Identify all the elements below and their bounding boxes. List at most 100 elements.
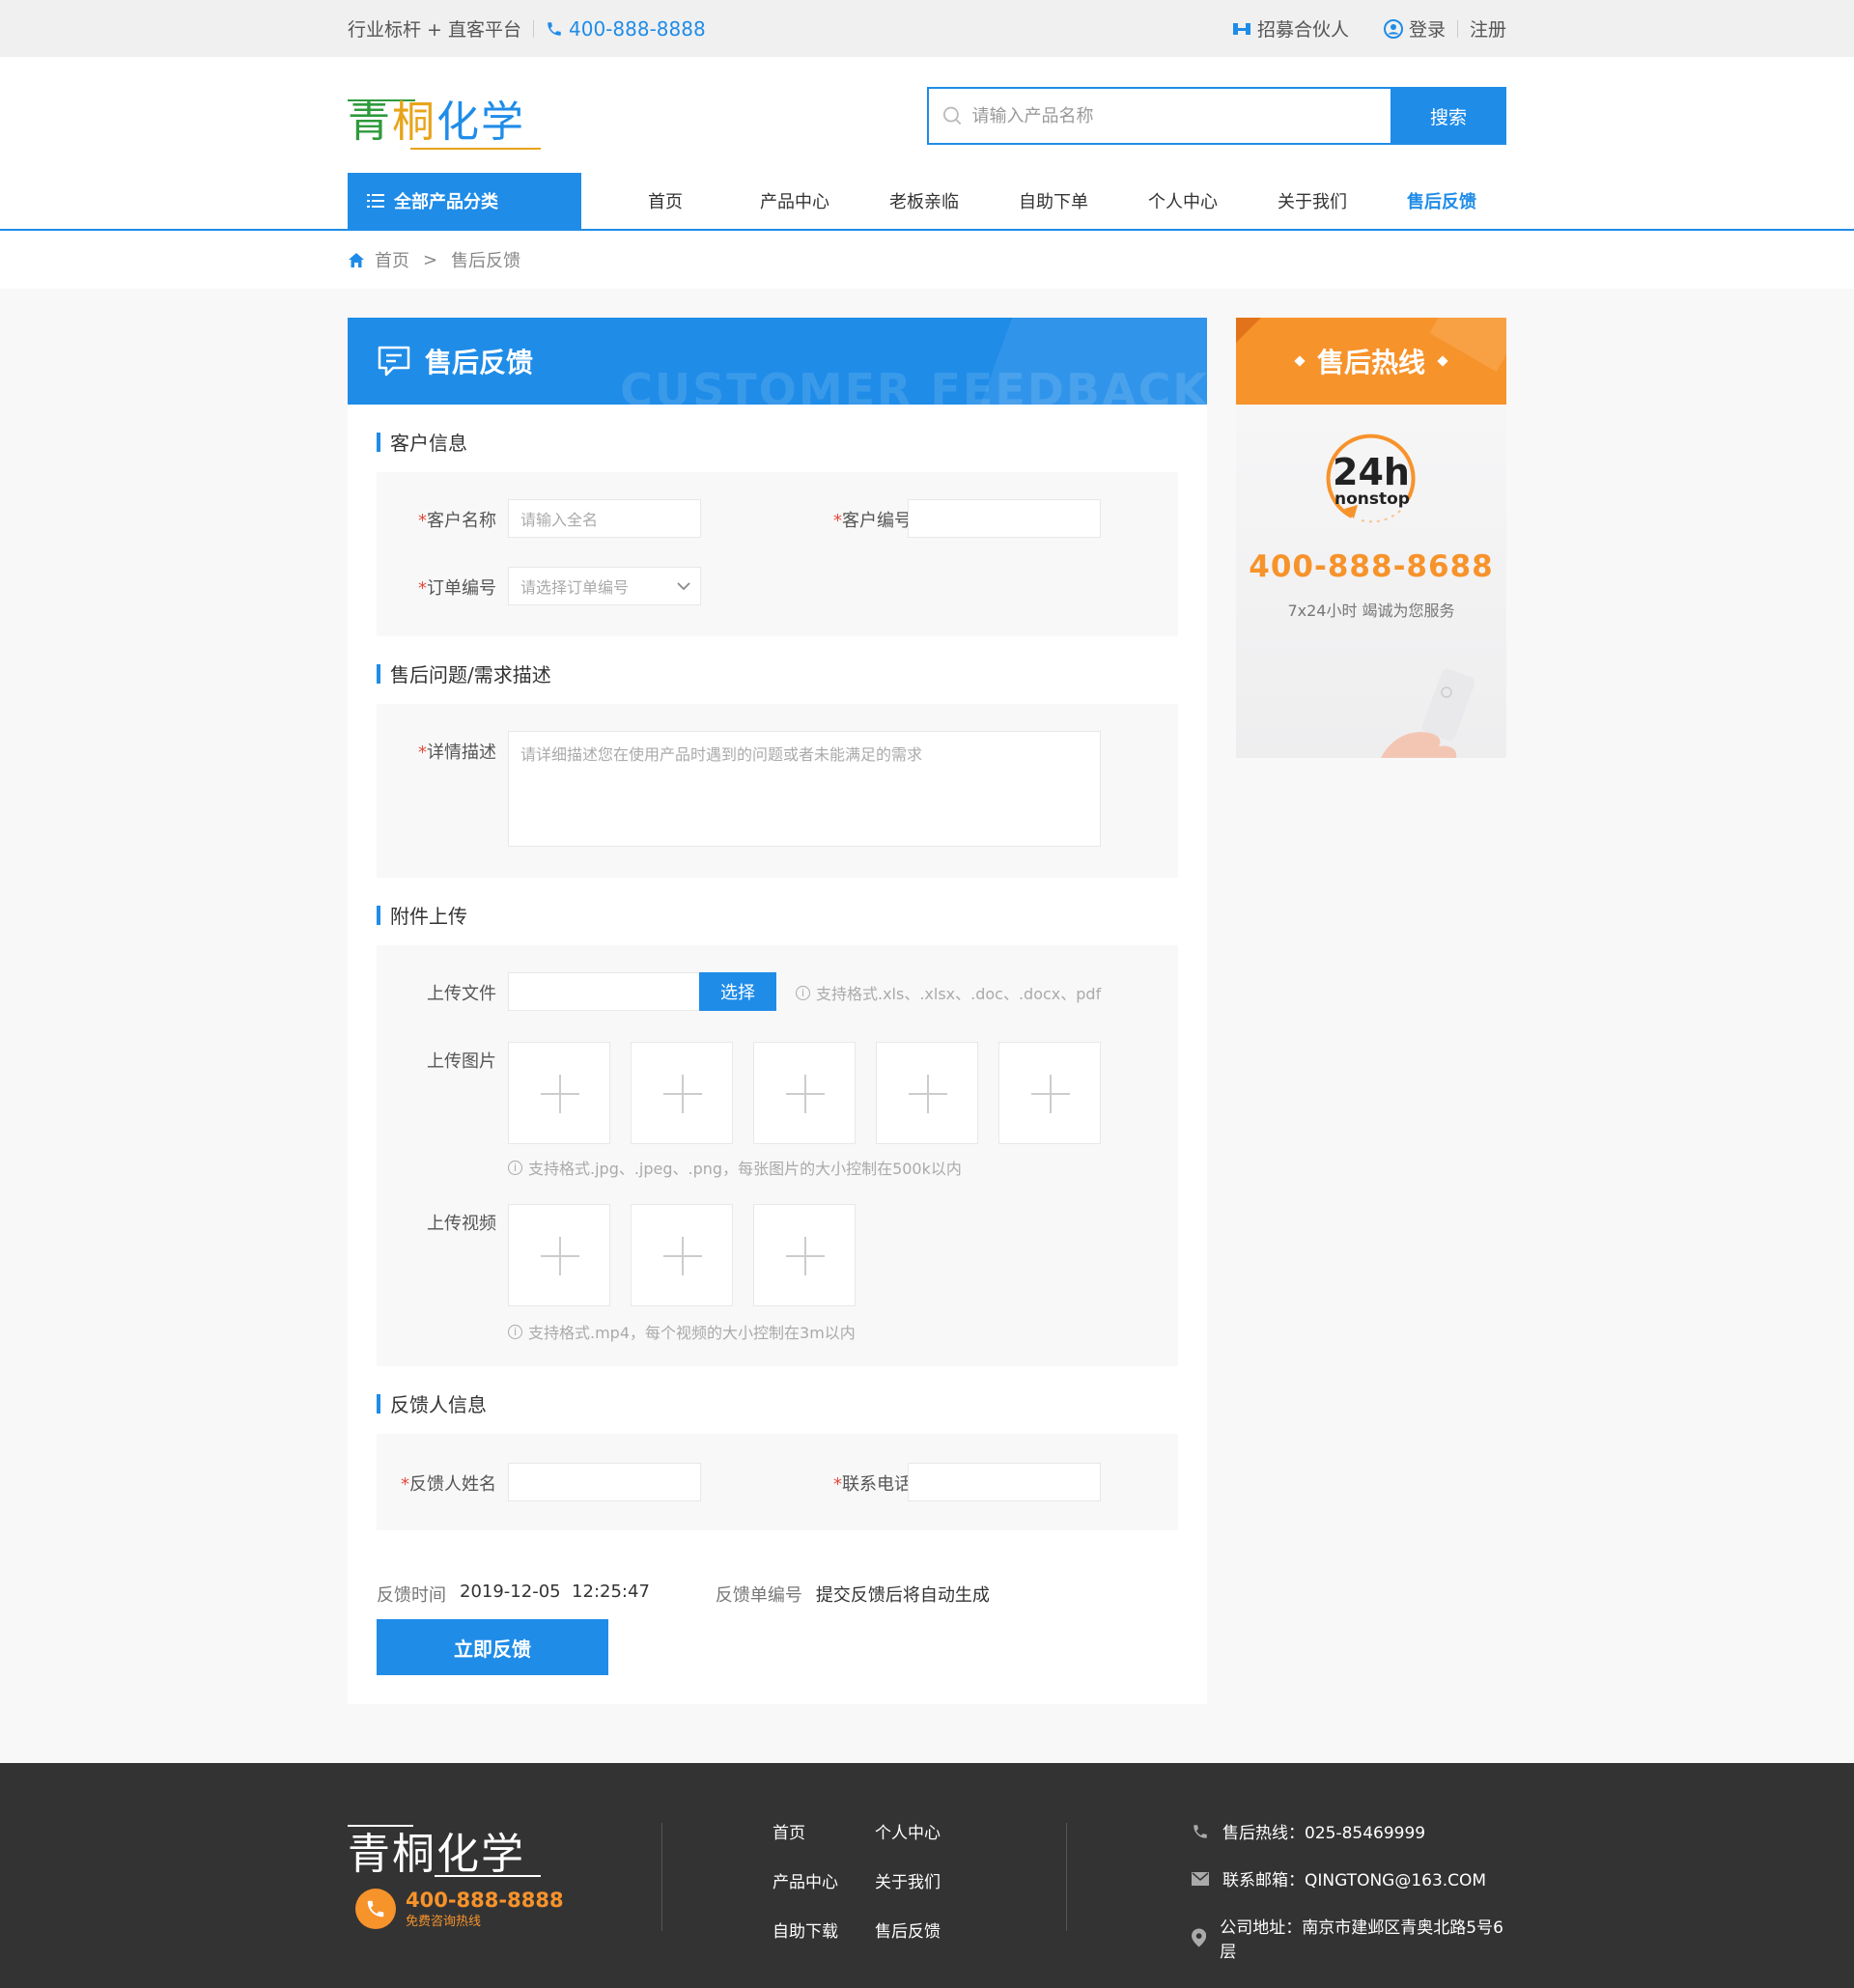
customer-name-input[interactable]: 请输入全名 xyxy=(508,499,701,538)
contact-phone-label: *联系电话 xyxy=(833,1474,912,1495)
footer-link-about[interactable]: 关于我们 xyxy=(875,1868,977,1892)
footer-hotline[interactable]: 400-888-8888 免费咨询热线 xyxy=(355,1889,564,1929)
footer-link-products[interactable]: 产品中心 xyxy=(772,1868,875,1892)
handshake-icon xyxy=(1232,22,1250,35)
issue-box: *详情描述 请详细描述您在使用产品时遇到的问题或者未能满足的需求 xyxy=(377,704,1178,878)
feedbacker-name-label: *反馈人姓名 xyxy=(401,1474,496,1495)
image-upload-slot[interactable] xyxy=(753,1042,856,1144)
contact-hotline: 售后热线：025-85469999 xyxy=(1192,1819,1506,1843)
contact-phone-input[interactable] xyxy=(908,1463,1101,1501)
upload-file-hint: i 支持格式.xls、.xlsx、.doc、.docx、pdf xyxy=(796,981,1101,1004)
detail-textarea[interactable]: 请详细描述您在使用产品时遇到的问题或者未能满足的需求 xyxy=(508,731,1101,847)
panel-title: 售后反馈 xyxy=(377,318,533,405)
top-bar: 行业标杆 + 直客平台 400-888-8888 招募合伙人 登录 注册 xyxy=(0,0,1854,57)
logo-text: 青桐化学 xyxy=(348,98,525,147)
corner-decoration xyxy=(1236,318,1261,343)
footer-hotline-subtitle: 免费咨询热线 xyxy=(406,1914,482,1929)
panel-header: CUSTOMER FEEDBACK 售后反馈 xyxy=(348,318,1207,405)
hotline-title: 售后热线 xyxy=(1316,347,1425,378)
breadcrumb-current: 售后反馈 xyxy=(451,251,521,271)
main-nav: 全部产品分类 首页 产品中心 老板亲临 自助下单 个人中心 关于我们 售后反馈 xyxy=(348,173,1506,229)
video-upload-slot[interactable] xyxy=(631,1204,733,1306)
search-box[interactable] xyxy=(927,87,1390,145)
contact-address: 公司地址：南京市建邺区青奥北路5号6层 xyxy=(1192,1914,1506,1962)
customer-no-input[interactable] xyxy=(908,499,1101,538)
breadcrumb-separator: > xyxy=(423,249,438,270)
feedbacker-name-input[interactable] xyxy=(508,1463,701,1501)
choose-file-button[interactable]: 选择 xyxy=(699,972,776,1011)
footer-contact: 售后热线：025-85469999 联系邮箱：QINGTONG@163.COM … xyxy=(1192,1819,1506,1962)
slogan: 行业标杆 + 直客平台 xyxy=(348,19,521,41)
video-upload-slot[interactable] xyxy=(753,1204,856,1306)
header: 青桐化学 搜索 全部产品分类 首页 产品中心 老板亲临 自助下单 个人中心 关于… xyxy=(0,57,1854,231)
register-link[interactable]: 注册 xyxy=(1470,15,1506,42)
info-icon: i xyxy=(508,1160,522,1175)
footer-link-feedback[interactable]: 售后反馈 xyxy=(875,1918,977,1942)
feedback-no-label: 反馈单编号 xyxy=(715,1585,802,1606)
logo-line xyxy=(348,1825,413,1827)
search-input[interactable] xyxy=(971,105,1390,126)
section-feedbacker: 反馈人信息 xyxy=(377,1389,487,1417)
top-phone[interactable]: 400-888-8888 xyxy=(546,17,706,41)
phone-icon xyxy=(1194,1824,1207,1838)
feedback-meta: 反馈时间 2019-12-05 12:25:47 反馈单编号 提交反馈后将自动生… xyxy=(377,1582,990,1607)
image-upload-slot[interactable] xyxy=(998,1042,1101,1144)
section-issue: 售后问题/需求描述 xyxy=(377,659,551,687)
footer-link-home[interactable]: 首页 xyxy=(772,1819,875,1843)
feedback-time-value: 2019-12-05 12:25:47 xyxy=(460,1582,650,1602)
customer-no-label: *客户编号 xyxy=(833,511,912,531)
hotline-number[interactable]: 400-888-8688 xyxy=(1236,549,1506,584)
nav-item-self-order[interactable]: 自助下单 xyxy=(989,188,1118,213)
login-link[interactable]: 登录 xyxy=(1383,15,1446,42)
user-icon xyxy=(1383,18,1403,39)
logo-underline xyxy=(435,1875,541,1877)
contact-email: 联系邮箱：QINGTONG@163.COM xyxy=(1192,1866,1506,1890)
panel-title-en: CUSTOMER FEEDBACK xyxy=(620,364,1207,405)
all-categories-label: 全部产品分类 xyxy=(394,192,498,212)
footer-link-personal[interactable]: 个人中心 xyxy=(875,1819,977,1843)
upload-image-hint: i 支持格式.jpg、.jpeg、.png，每张图片的大小控制在500k以内 xyxy=(508,1156,962,1179)
login-label: 登录 xyxy=(1408,19,1446,41)
mail-icon xyxy=(1192,1871,1209,1886)
nav-item-personal[interactable]: 个人中心 xyxy=(1118,188,1248,213)
all-categories-button[interactable]: 全部产品分类 xyxy=(348,173,581,229)
upload-file-label: 上传文件 xyxy=(427,984,496,1004)
top-phone-number: 400-888-8888 xyxy=(569,16,706,41)
nav-item-about[interactable]: 关于我们 xyxy=(1248,188,1377,213)
section-upload: 附件上传 xyxy=(377,901,467,929)
footer-link-download[interactable]: 自助下载 xyxy=(772,1918,875,1942)
hand-phone-illustration xyxy=(1381,668,1475,758)
breadcrumb-home[interactable]: 首页 xyxy=(375,247,409,272)
feedback-panel: CUSTOMER FEEDBACK 售后反馈 客户信息 *客户名称 请输入全名 … xyxy=(348,318,1207,1704)
image-upload-slot[interactable] xyxy=(876,1042,978,1144)
partner-link[interactable]: 招募合伙人 xyxy=(1232,15,1349,42)
hotline-header: 售后热线 xyxy=(1236,318,1506,405)
image-upload-slot[interactable] xyxy=(508,1042,610,1144)
upload-file-input[interactable] xyxy=(508,972,701,1011)
nav-item-boss[interactable]: 老板亲临 xyxy=(859,188,989,213)
image-upload-slot[interactable] xyxy=(631,1042,733,1144)
nav-item-products[interactable]: 产品中心 xyxy=(730,188,859,213)
order-no-select[interactable]: 请选择订单编号 xyxy=(508,567,701,605)
footer-logo[interactable]: 青桐化学 xyxy=(348,1819,541,1881)
divider xyxy=(533,19,534,38)
customer-name-label: *客户名称 xyxy=(418,511,496,531)
divider xyxy=(661,1823,662,1931)
clock-24h-icon: 24h nonstop xyxy=(1323,432,1425,534)
location-pin-icon xyxy=(1192,1928,1207,1947)
nav-item-home[interactable]: 首页 xyxy=(601,188,730,213)
submit-feedback-button[interactable]: 立即反馈 xyxy=(377,1619,608,1675)
video-upload-slot[interactable] xyxy=(508,1204,610,1306)
order-no-label: *订单编号 xyxy=(418,578,496,599)
divider xyxy=(1066,1823,1067,1931)
list-icon xyxy=(367,194,384,208)
search-button[interactable]: 搜索 xyxy=(1390,87,1506,145)
diamond-icon xyxy=(1437,355,1448,367)
home-icon xyxy=(349,252,364,267)
logo[interactable]: 青桐化学 xyxy=(348,94,550,152)
chevron-down-icon xyxy=(677,582,690,591)
feedback-time-label: 反馈时间 xyxy=(377,1585,446,1606)
nav-items: 首页 产品中心 老板亲临 自助下单 个人中心 关于我们 售后反馈 xyxy=(601,188,1506,213)
feedback-no-value: 提交反馈后将自动生成 xyxy=(815,1585,990,1606)
nav-item-feedback[interactable]: 售后反馈 xyxy=(1377,188,1506,213)
